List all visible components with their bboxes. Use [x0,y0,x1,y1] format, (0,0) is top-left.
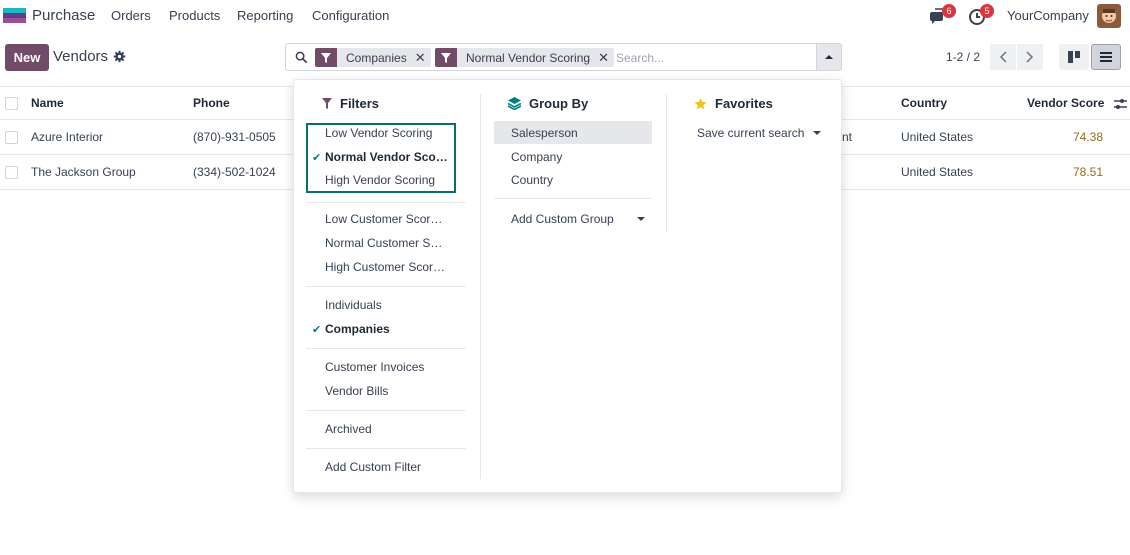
column-vendor-score[interactable]: Vendor Score [1027,96,1104,110]
cell-phone: (334)-502-1024 [193,165,276,179]
search-panel-toggle[interactable] [816,43,842,71]
new-button[interactable]: New [5,44,49,71]
filter-individuals[interactable]: Individuals [325,298,382,312]
messages-badge: 6 [942,4,956,18]
column-name[interactable]: Name [31,96,64,110]
company-switcher[interactable]: YourCompany [1007,8,1089,23]
favorites-heading: Favorites [694,96,773,111]
column-divider [666,94,667,232]
facet-remove-icon[interactable]: ✕ [598,50,614,66]
cell-name: Azure Interior [31,130,104,144]
filter-icon [322,98,332,109]
groupby-heading: Group By [508,96,588,111]
column-phone[interactable]: Phone [193,96,230,110]
check-icon: ✔ [312,324,322,336]
cell-partial: nt [842,130,853,144]
menu-products[interactable]: Products [169,8,220,23]
caret-down-icon[interactable] [813,131,821,136]
filter-companies[interactable]: Companies [325,322,390,336]
gear-icon[interactable] [113,50,126,63]
caret-up-icon [825,55,833,59]
app-name[interactable]: Purchase [32,7,95,24]
filter-low-customer-scoring[interactable]: Low Customer Scor… [325,212,450,226]
user-avatar[interactable] [1097,4,1121,28]
app-logo-icon[interactable] [3,8,26,23]
page-title: Vendors [53,48,109,65]
chevron-right-icon [1026,51,1034,63]
separator [306,202,466,203]
filter-high-customer-scoring[interactable]: High Customer Scor… [325,260,450,274]
facet-remove-icon[interactable]: ✕ [415,50,431,66]
menu-orders[interactable]: Orders [111,8,151,23]
filter-normal-vendor-scoring[interactable]: Normal Vendor Sco… [325,150,449,164]
cell-phone: (870)-931-0505 [193,130,276,144]
save-current-search[interactable]: Save current search [697,126,804,140]
cell-country: United States [901,130,974,144]
cell-country: United States [901,165,974,179]
pager-value[interactable]: 1-2 / 2 [946,50,980,64]
cell-vendor-score: 74.38 [1073,130,1104,144]
search-bar[interactable]: Companies ✕ Normal Vendor Scoring ✕ [285,43,842,71]
optional-columns-icon[interactable] [1114,98,1127,110]
groupby-country[interactable]: Country [511,173,553,187]
list-icon [1100,52,1112,62]
cell-vendor-score: 78.51 [1073,165,1104,179]
top-navbar: Purchase Orders Products Reporting Confi… [0,0,1130,32]
add-custom-group[interactable]: Add Custom Group [511,212,614,226]
caret-down-icon[interactable] [637,217,645,222]
search-input[interactable] [616,49,811,66]
select-all-checkbox[interactable] [5,97,18,110]
filter-icon [315,48,337,67]
list-view-button[interactable] [1091,44,1121,70]
pager-previous[interactable] [990,44,1016,70]
search-panel-dropdown: Filters Low Vendor Scoring ✔ Normal Vend… [293,79,842,493]
facet-companies: Companies ✕ [315,48,431,67]
facet-normal-vendor-scoring: Normal Vendor Scoring ✕ [435,48,614,67]
filter-vendor-bills[interactable]: Vendor Bills [325,384,388,398]
column-divider [480,94,481,479]
search-icon[interactable] [295,51,308,64]
facet-label: Normal Vendor Scoring [466,50,591,65]
star-icon [694,97,707,109]
activities-badge: 5 [980,4,994,18]
separator [306,410,466,411]
separator [306,286,466,287]
kanban-view-button[interactable] [1059,44,1089,70]
menu-reporting[interactable]: Reporting [237,8,293,23]
filter-low-vendor-scoring[interactable]: Low Vendor Scoring [325,126,432,140]
kanban-icon [1068,51,1080,63]
cell-name: The Jackson Group [31,165,136,179]
pager-next[interactable] [1017,44,1043,70]
filter-icon [435,48,457,67]
column-country[interactable]: Country [901,96,947,110]
separator [494,198,652,199]
filter-high-vendor-scoring[interactable]: High Vendor Scoring [325,173,435,187]
separator [306,448,466,449]
row-checkbox[interactable] [5,166,18,179]
filter-archived[interactable]: Archived [325,422,372,436]
layers-icon [508,97,521,110]
facet-label: Companies [346,50,407,65]
chevron-left-icon [999,51,1007,63]
menu-configuration[interactable]: Configuration [312,8,389,23]
row-checkbox[interactable] [5,131,18,144]
filters-heading: Filters [322,96,379,111]
filter-customer-invoices[interactable]: Customer Invoices [325,360,424,374]
separator [306,348,466,349]
filter-normal-customer-scoring[interactable]: Normal Customer S… [325,236,450,250]
check-icon: ✔ [312,152,322,164]
add-custom-filter[interactable]: Add Custom Filter [325,460,421,474]
groupby-company[interactable]: Company [511,150,562,164]
groupby-salesperson[interactable]: Salesperson [511,126,578,140]
